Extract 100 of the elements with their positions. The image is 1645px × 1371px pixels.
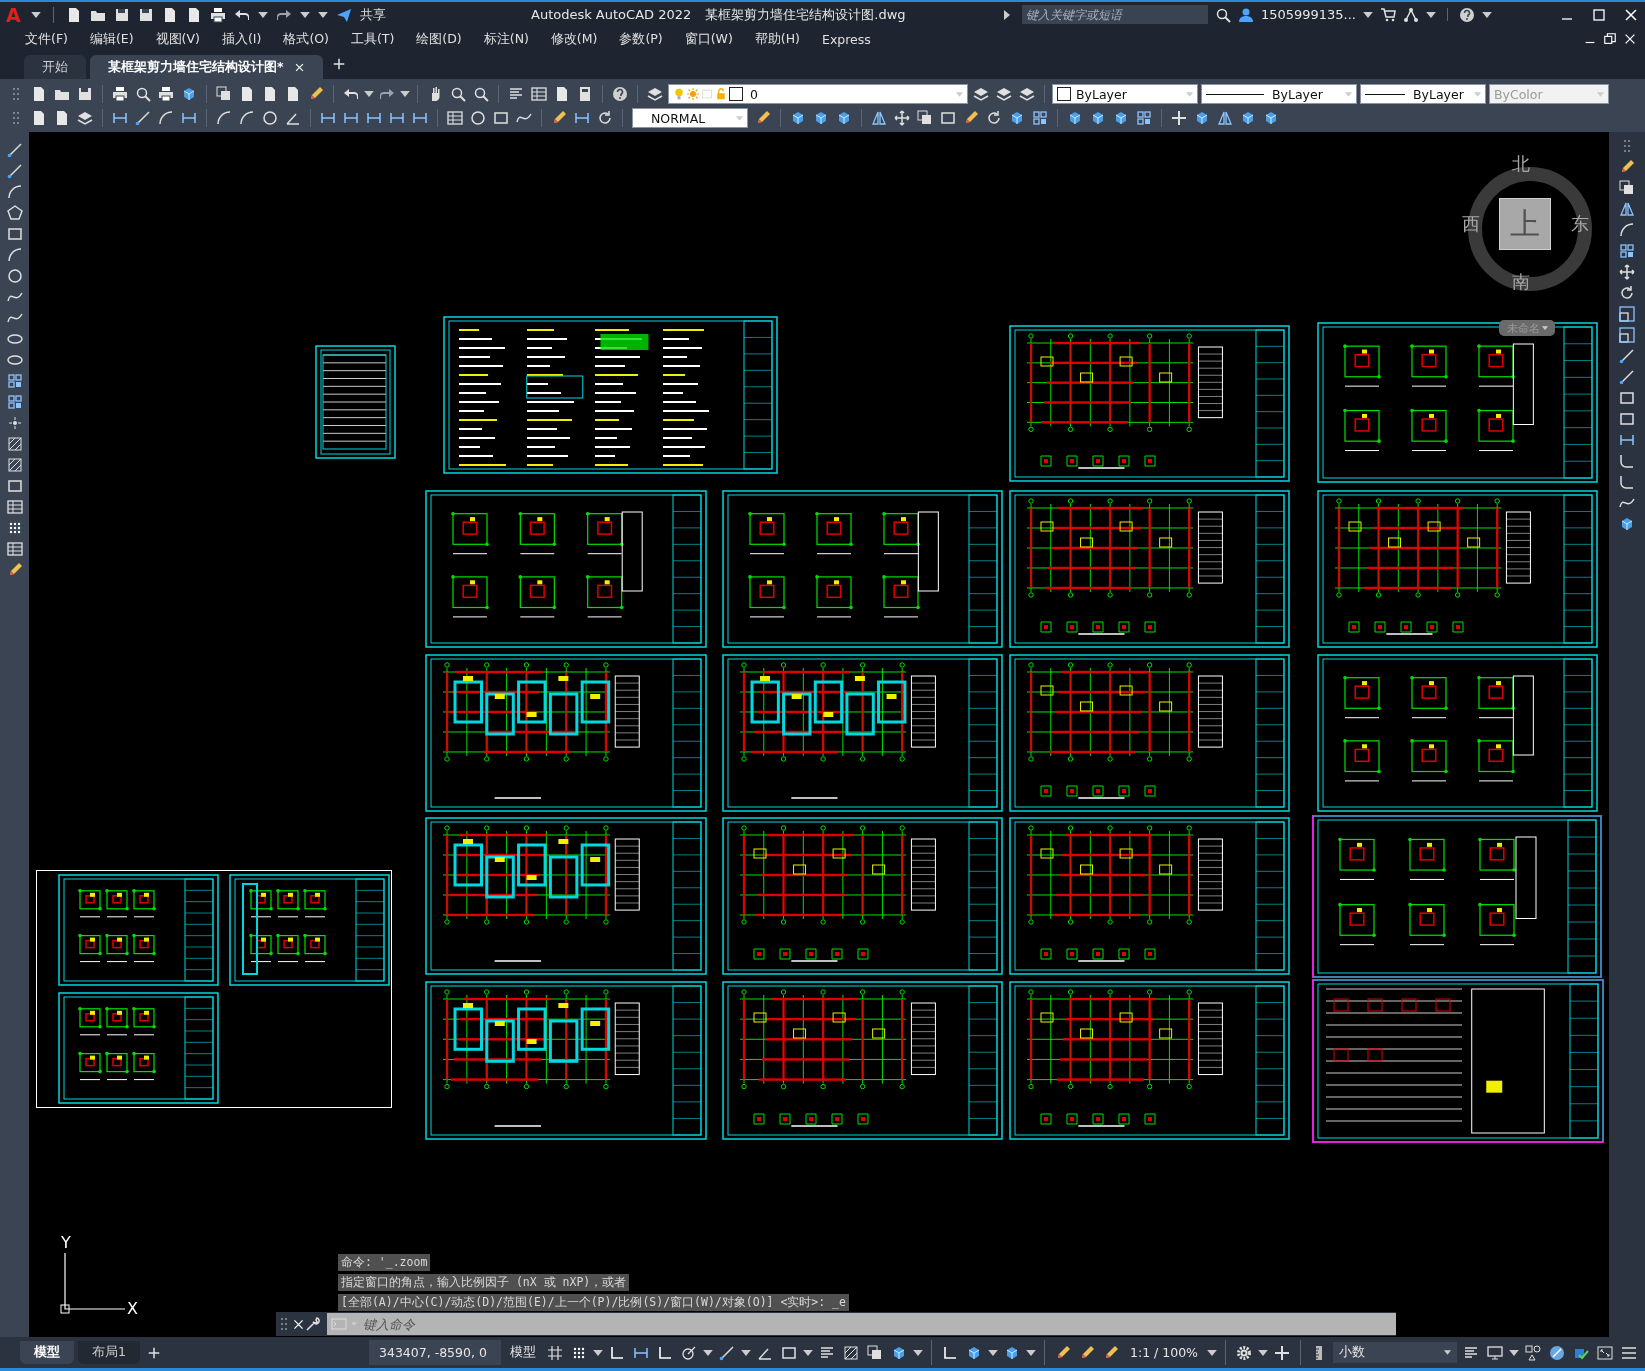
menu-item[interactable]: 插入(I) — [210, 30, 273, 48]
layer-dropdown[interactable]: 0 — [668, 84, 968, 104]
lineweight-dropdown[interactable]: ByLayer — [1360, 84, 1486, 104]
maximize-icon[interactable] — [1591, 6, 1607, 23]
circle-icon[interactable] — [6, 268, 23, 284]
caret-icon[interactable] — [988, 1349, 998, 1356]
fillet-icon[interactable] — [1619, 453, 1635, 469]
menu-item[interactable]: 文件(F) — [14, 30, 79, 48]
units-dropdown[interactable]: 小数 — [1333, 1342, 1457, 1363]
search-field[interactable]: 键入关键字或短语 — [1021, 5, 1208, 24]
caret-icon[interactable] — [703, 1349, 713, 1356]
table-icon[interactable] — [445, 108, 465, 128]
ellipse-icon[interactable] — [6, 352, 23, 368]
caret-icon[interactable] — [1258, 1349, 1268, 1356]
help-icon[interactable] — [1459, 6, 1475, 23]
arc-icon[interactable] — [6, 184, 23, 200]
help-icon[interactable] — [610, 84, 630, 104]
caret-icon[interactable] — [803, 1349, 813, 1356]
caret-icon[interactable] — [299, 11, 310, 18]
caret-icon[interactable] — [913, 1349, 923, 1356]
block-icon[interactable] — [1619, 243, 1635, 259]
share-button[interactable]: 共享 — [359, 5, 386, 24]
scale-icon[interactable] — [1619, 306, 1635, 322]
caret-icon[interactable] — [30, 11, 41, 18]
caret-icon[interactable] — [1482, 11, 1492, 18]
caret-icon[interactable] — [400, 91, 410, 97]
menu-item[interactable]: 帮助(H) — [743, 30, 811, 48]
compass-north[interactable]: 北 — [1512, 155, 1530, 173]
line-icon[interactable] — [6, 142, 23, 158]
caret-icon[interactable] — [364, 91, 374, 97]
line-icon[interactable] — [6, 163, 23, 179]
user-name[interactable]: 1505999135... — [1260, 7, 1356, 22]
plane-icon[interactable] — [335, 6, 352, 23]
color-dropdown[interactable]: ByLayer — [1052, 84, 1198, 104]
move-icon[interactable] — [892, 108, 912, 128]
compass-east[interactable]: 东 — [1571, 215, 1589, 233]
point-icon[interactable] — [6, 415, 23, 431]
caret-icon[interactable] — [1026, 1349, 1036, 1356]
compass-south[interactable]: 南 — [1512, 273, 1530, 291]
menu-item[interactable]: 修改(M) — [539, 30, 609, 48]
arc-icon[interactable] — [1619, 222, 1635, 238]
restore-icon[interactable] — [1603, 32, 1617, 46]
rotate-icon[interactable] — [1619, 285, 1635, 301]
search-icon[interactable] — [1214, 6, 1231, 23]
printer-icon[interactable] — [156, 84, 176, 104]
menu-item[interactable]: 绘图(D) — [405, 30, 473, 48]
menu-item[interactable]: 窗口(W) — [673, 30, 744, 48]
close-icon[interactable] — [293, 61, 305, 73]
printer-icon[interactable] — [209, 6, 226, 23]
block-icon[interactable] — [1134, 108, 1154, 128]
plus-icon[interactable] — [332, 57, 345, 70]
close-icon[interactable] — [1623, 32, 1637, 46]
circle-icon[interactable] — [468, 108, 488, 128]
caret-icon[interactable] — [593, 1349, 603, 1356]
plus-icon[interactable] — [1169, 108, 1189, 128]
annotation-scale-button[interactable]: 1:1 / 100% — [1125, 1343, 1203, 1362]
document-tab[interactable]: 开始 — [24, 55, 86, 79]
user-icon[interactable] — [1237, 6, 1254, 23]
caret-icon[interactable] — [317, 11, 328, 18]
document-tab[interactable]: 某框架剪力墙住宅结构设计图* — [90, 55, 323, 79]
text-style-dropdown[interactable]: NORMAL — [632, 108, 748, 128]
circle-icon[interactable] — [260, 108, 280, 128]
save-icon[interactable] — [137, 6, 154, 23]
line-icon[interactable] — [1619, 348, 1635, 364]
menu-item[interactable]: 参数(P) — [608, 30, 674, 48]
ellipse-icon[interactable] — [6, 331, 23, 347]
block-icon[interactable] — [1030, 108, 1050, 128]
line-icon[interactable] — [133, 108, 153, 128]
rectangle-icon[interactable] — [1619, 411, 1635, 427]
layout-tab[interactable]: 模型 — [20, 1341, 74, 1364]
linetype-dropdown[interactable]: ByLayer — [1201, 84, 1357, 104]
caret-icon[interactable] — [1426, 11, 1436, 18]
polygon-icon[interactable] — [6, 205, 23, 221]
rectangle-icon[interactable] — [6, 478, 23, 494]
arc-icon[interactable] — [6, 247, 23, 263]
caret-icon[interactable] — [1207, 1349, 1217, 1356]
dimension-icon[interactable] — [1619, 432, 1635, 448]
scale-icon[interactable] — [1619, 327, 1635, 343]
menu-item[interactable]: 格式(O) — [272, 30, 340, 48]
rectangle-icon[interactable] — [1619, 390, 1635, 406]
move-icon[interactable] — [1619, 264, 1635, 280]
menu-item[interactable]: 标注(N) — [472, 30, 540, 48]
caret-icon[interactable] — [741, 1349, 751, 1356]
mirror-icon[interactable] — [1619, 201, 1635, 217]
table-icon[interactable] — [6, 541, 23, 557]
caret-icon[interactable] — [257, 11, 268, 18]
wrench-icon[interactable] — [305, 1316, 321, 1332]
hatch-icon[interactable] — [6, 436, 23, 452]
model-space-button[interactable]: 模型 — [505, 1342, 541, 1363]
menu-item[interactable]: Express — [811, 31, 882, 47]
table-icon[interactable] — [6, 499, 23, 515]
block-icon[interactable] — [6, 394, 23, 410]
line-icon[interactable] — [1619, 369, 1635, 385]
nodes-icon[interactable] — [1403, 6, 1419, 23]
menu-item[interactable]: 视图(V) — [144, 30, 211, 48]
menu-item[interactable]: 编辑(E) — [78, 30, 145, 48]
cart-icon[interactable] — [1380, 6, 1396, 23]
fillet-icon[interactable] — [1619, 474, 1635, 490]
layout-tab[interactable]: 布局1 — [78, 1341, 140, 1364]
copy-icon[interactable] — [1619, 180, 1635, 196]
